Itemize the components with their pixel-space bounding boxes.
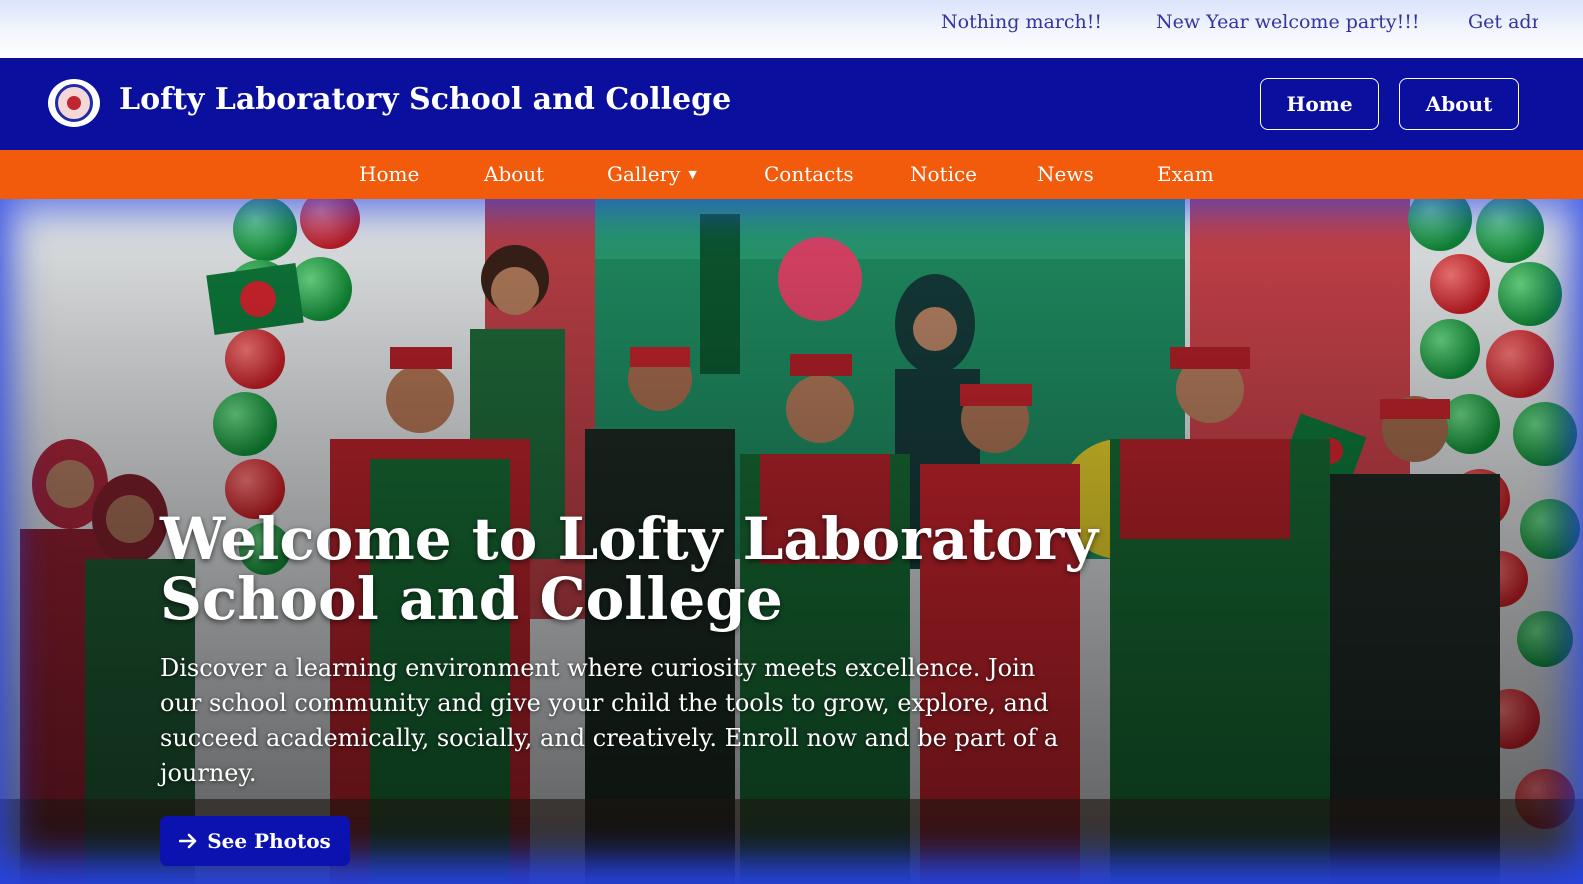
ticker-item[interactable]: Get adm <box>1468 11 1538 33</box>
nav-item-home[interactable]: Home <box>359 162 419 186</box>
hero-description: Discover a learning environment where cu… <box>160 654 1059 787</box>
nav-item-notice[interactable]: Notice <box>910 162 977 186</box>
ticker-track: Nothing march!! New Year welcome party!!… <box>0 0 1538 58</box>
hero-title: Welcome to Lofty Laboratory School and C… <box>160 509 1120 629</box>
site-header: Lofty Laboratory School and College Home… <box>0 58 1583 150</box>
news-ticker: Nothing march!! New Year welcome party!!… <box>0 0 1583 58</box>
site-title[interactable]: Lofty Laboratory School and College <box>119 82 731 117</box>
arrow-right-icon <box>179 833 197 849</box>
nav-item-news[interactable]: News <box>1037 162 1094 186</box>
nav-item-exam[interactable]: Exam <box>1157 162 1214 186</box>
hero-title-line1: Welcome to Lofty Laboratory <box>160 505 1099 573</box>
hero-title-line2: School and College <box>160 565 783 633</box>
nav-item-contacts[interactable]: Contacts <box>764 162 854 186</box>
crest-ring <box>55 84 93 122</box>
ticker-item[interactable]: New Year welcome party!!! <box>1156 11 1420 33</box>
nav-item-gallery[interactable]: Gallery ▼ <box>607 162 697 186</box>
hero-section: Welcome to Lofty Laboratory School and C… <box>0 199 1583 884</box>
nav-item-gallery-label: Gallery <box>607 162 681 186</box>
ticker-item[interactable]: Nothing march!! <box>941 11 1102 33</box>
crest-core <box>67 96 81 110</box>
nav-item-about[interactable]: About <box>484 162 544 186</box>
see-photos-label: See Photos <box>207 829 331 853</box>
school-crest-icon[interactable] <box>48 79 100 127</box>
see-photos-button[interactable]: See Photos <box>160 816 350 866</box>
header-home-button[interactable]: Home <box>1260 78 1379 130</box>
main-nav: Home About Gallery ▼ Contacts Notice News… <box>0 150 1583 199</box>
caret-down-icon: ▼ <box>688 168 697 181</box>
header-about-button[interactable]: About <box>1399 78 1519 130</box>
